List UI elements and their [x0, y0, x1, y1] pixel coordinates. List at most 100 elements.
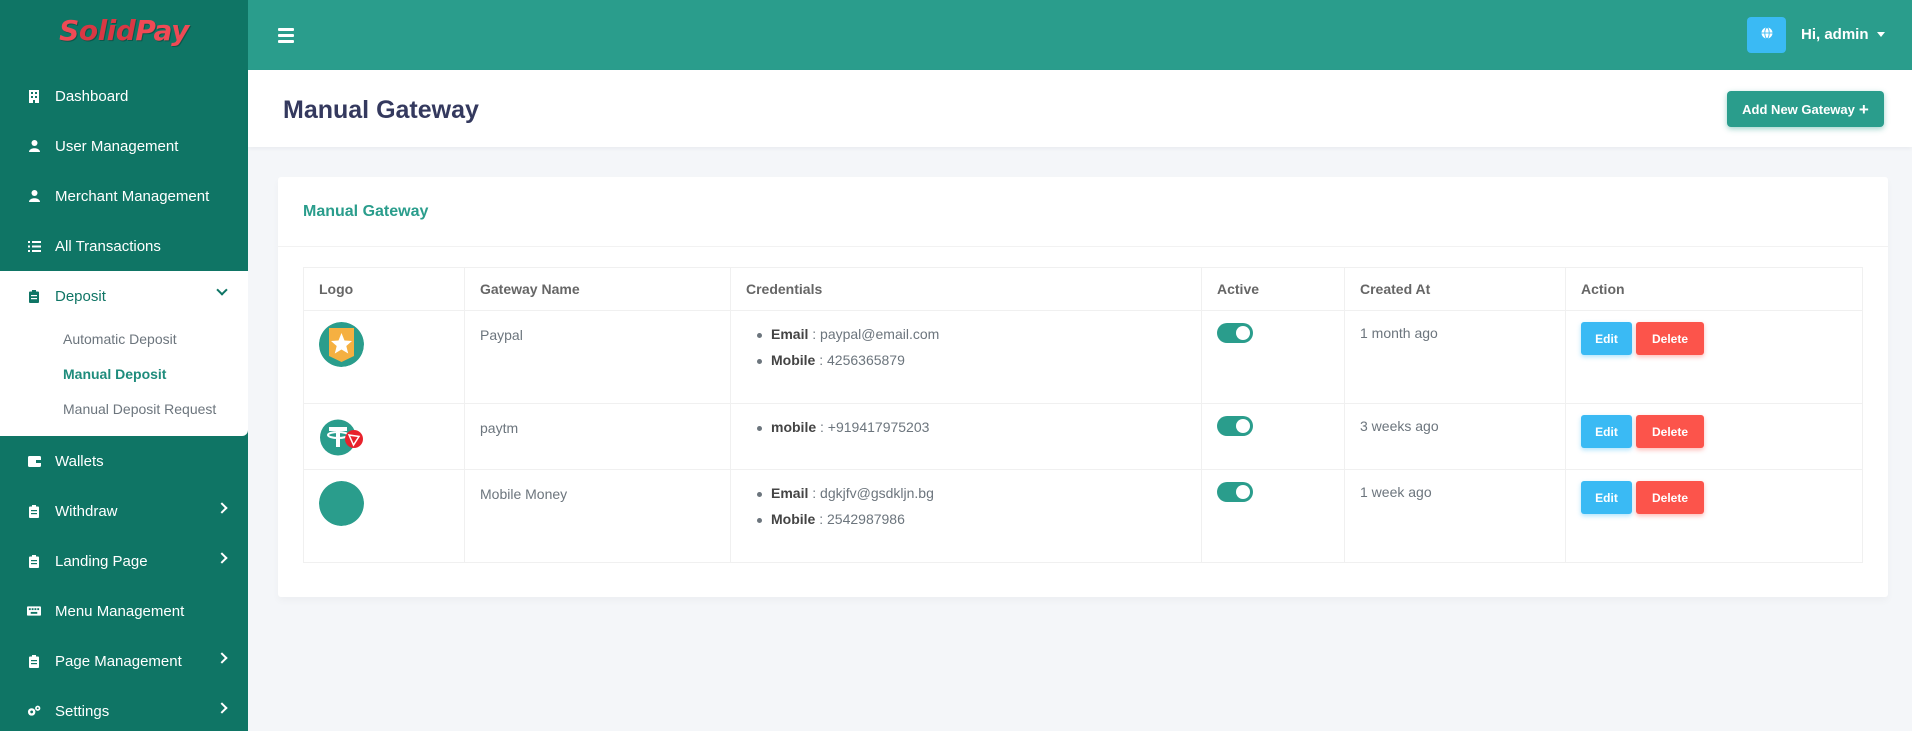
gateway-table: Logo Gateway Name Credentials Active Cre… [303, 267, 1863, 563]
logo-cell [303, 403, 465, 470]
hamburger-menu-icon[interactable] [278, 28, 294, 43]
submenu-item-manual-deposit[interactable]: Manual Deposit [0, 356, 248, 391]
delete-button[interactable]: Delete [1636, 481, 1704, 514]
active-toggle[interactable] [1217, 416, 1253, 436]
edit-button[interactable]: Edit [1581, 322, 1632, 355]
sidebar-item-label: Landing Page [55, 552, 148, 570]
topbar: Hi, admin [248, 0, 1912, 70]
credential-item: Email : dgkjfv@gsdkljn.bg [757, 485, 1201, 501]
gateway-name: paytm [480, 420, 519, 436]
delete-button[interactable]: Delete [1636, 415, 1704, 448]
gateway-name-cell: paytm [464, 403, 731, 470]
credential-key: Mobile [771, 352, 816, 368]
chevron-down-icon [216, 284, 228, 296]
action-cell: Edit Delete [1565, 403, 1863, 470]
add-new-gateway-button[interactable]: Add New Gateway + [1727, 91, 1884, 127]
sidebar-item-label: User Management [55, 137, 179, 155]
star-badge-logo [319, 322, 364, 367]
plus-icon: + [1858, 99, 1869, 119]
sidebar: SolidPay Dashboard User Management Merch… [0, 0, 248, 731]
add-button-label: Add New Gateway [1742, 101, 1855, 117]
credential-value: 4256365879 [827, 352, 905, 368]
sidebar-item-label: Wallets [55, 452, 104, 470]
sidebar-item-settings[interactable]: Settings [0, 686, 248, 731]
credentials-list: Email : dgkjfv@gsdkljn.bg Mobile : 25429… [746, 470, 1201, 527]
credentials-cell: Email : dgkjfv@gsdkljn.bg Mobile : 25429… [730, 469, 1202, 563]
action-cell: Edit Delete [1565, 469, 1863, 563]
table-header-row: Logo Gateway Name Credentials Active Cre… [303, 267, 1863, 311]
edit-button[interactable]: Edit [1581, 415, 1632, 448]
credential-key: Email [771, 485, 809, 501]
sidebar-item-menu-management[interactable]: Menu Management [0, 586, 248, 636]
credential-separator: : [815, 511, 828, 527]
sidebar-item-user-management[interactable]: User Management [0, 121, 248, 171]
delete-button[interactable]: Delete [1636, 322, 1704, 355]
language-button[interactable] [1747, 17, 1786, 53]
logo-text: Pay [135, 13, 189, 47]
table-row: Paypal Email : paypal@email.com Mobile :… [303, 310, 1863, 404]
user-icon [27, 139, 41, 153]
page-title: Manual Gateway [283, 96, 479, 124]
credentials-list: Email : paypal@email.com Mobile : 425636… [746, 311, 1201, 368]
logo-letter: S [59, 13, 79, 47]
solidpay-logo[interactable]: SolidPay [59, 14, 189, 47]
toggle-knob [1236, 326, 1250, 340]
sidebar-item-label: Page Management [55, 652, 182, 670]
credential-item: mobile : +919417975203 [757, 419, 1201, 435]
table-row: paytm mobile : +919417975203 3 weeks ago… [303, 403, 1863, 470]
gateway-name: Mobile Money [480, 486, 568, 502]
credentials-cell: Email : paypal@email.com Mobile : 425636… [730, 310, 1202, 404]
submenu-item-manual-deposit-request[interactable]: Manual Deposit Request [0, 391, 248, 426]
edit-button[interactable]: Edit [1581, 481, 1632, 514]
sidebar-item-deposit[interactable]: Deposit [0, 271, 248, 321]
sidebar-item-withdraw[interactable]: Withdraw [0, 486, 248, 536]
credential-value: +919417975203 [827, 419, 930, 435]
gateway-name: Paypal [480, 327, 523, 343]
sidebar-item-landing-page[interactable]: Landing Page [0, 536, 248, 586]
user-greeting: Hi, admin [1801, 26, 1869, 43]
submenu-item-automatic-deposit[interactable]: Automatic Deposit [0, 321, 248, 356]
deposit-submenu: Automatic Deposit Manual Deposit Manual … [0, 321, 248, 436]
sidebar-item-label: Settings [55, 702, 110, 720]
logo-cell [303, 310, 465, 404]
column-header-credentials: Credentials [730, 267, 1202, 311]
sidebar-nav: Dashboard User Management Merchant Manag… [0, 71, 248, 731]
gateway-name-cell: Paypal [464, 310, 731, 404]
active-toggle[interactable] [1217, 482, 1253, 502]
created-at: 1 week ago [1360, 484, 1432, 500]
credential-item: Mobile : 2542987986 [757, 511, 1201, 527]
user-dropdown[interactable]: Hi, admin [1801, 26, 1885, 43]
sidebar-item-all-transactions[interactable]: All Transactions [0, 221, 248, 271]
clipboard-icon [27, 504, 41, 518]
caret-down-icon [1876, 32, 1885, 37]
credential-separator: : [808, 326, 821, 342]
credential-key: Mobile [771, 511, 816, 527]
active-toggle[interactable] [1217, 323, 1253, 343]
brand[interactable]: SolidPay [0, 0, 248, 60]
gateway-name-cell: Mobile Money [464, 469, 731, 563]
sidebar-item-label: Withdraw [55, 502, 118, 520]
row-actions: Edit Delete [1581, 404, 1862, 448]
sidebar-item-page-management[interactable]: Page Management [0, 636, 248, 686]
credential-separator: : [815, 352, 828, 368]
clipboard-icon [27, 554, 41, 568]
credential-value: paypal@email.com [820, 326, 940, 342]
sidebar-item-wallets[interactable]: Wallets [0, 436, 248, 486]
user-icon [27, 189, 41, 203]
active-cell [1201, 403, 1345, 470]
sidebar-item-merchant-management[interactable]: Merchant Management [0, 171, 248, 221]
sidebar-item-label: All Transactions [55, 237, 161, 255]
column-header-logo: Logo [303, 267, 465, 311]
chevron-right-icon [216, 702, 228, 714]
sidebar-item-dashboard[interactable]: Dashboard [0, 71, 248, 121]
card-header: Manual Gateway [278, 177, 1888, 247]
sidebar-item-label: Merchant Management [55, 187, 210, 205]
chevron-right-icon [216, 652, 228, 664]
active-cell [1201, 469, 1345, 563]
credential-value: dgkjfv@gsdkljn.bg [820, 485, 934, 501]
logo-text: olid [78, 13, 136, 47]
created-at: 1 month ago [1360, 325, 1438, 341]
sidebar-item-label: Deposit [55, 287, 106, 305]
list-icon [27, 239, 41, 253]
credential-value: 2542987986 [827, 511, 905, 527]
